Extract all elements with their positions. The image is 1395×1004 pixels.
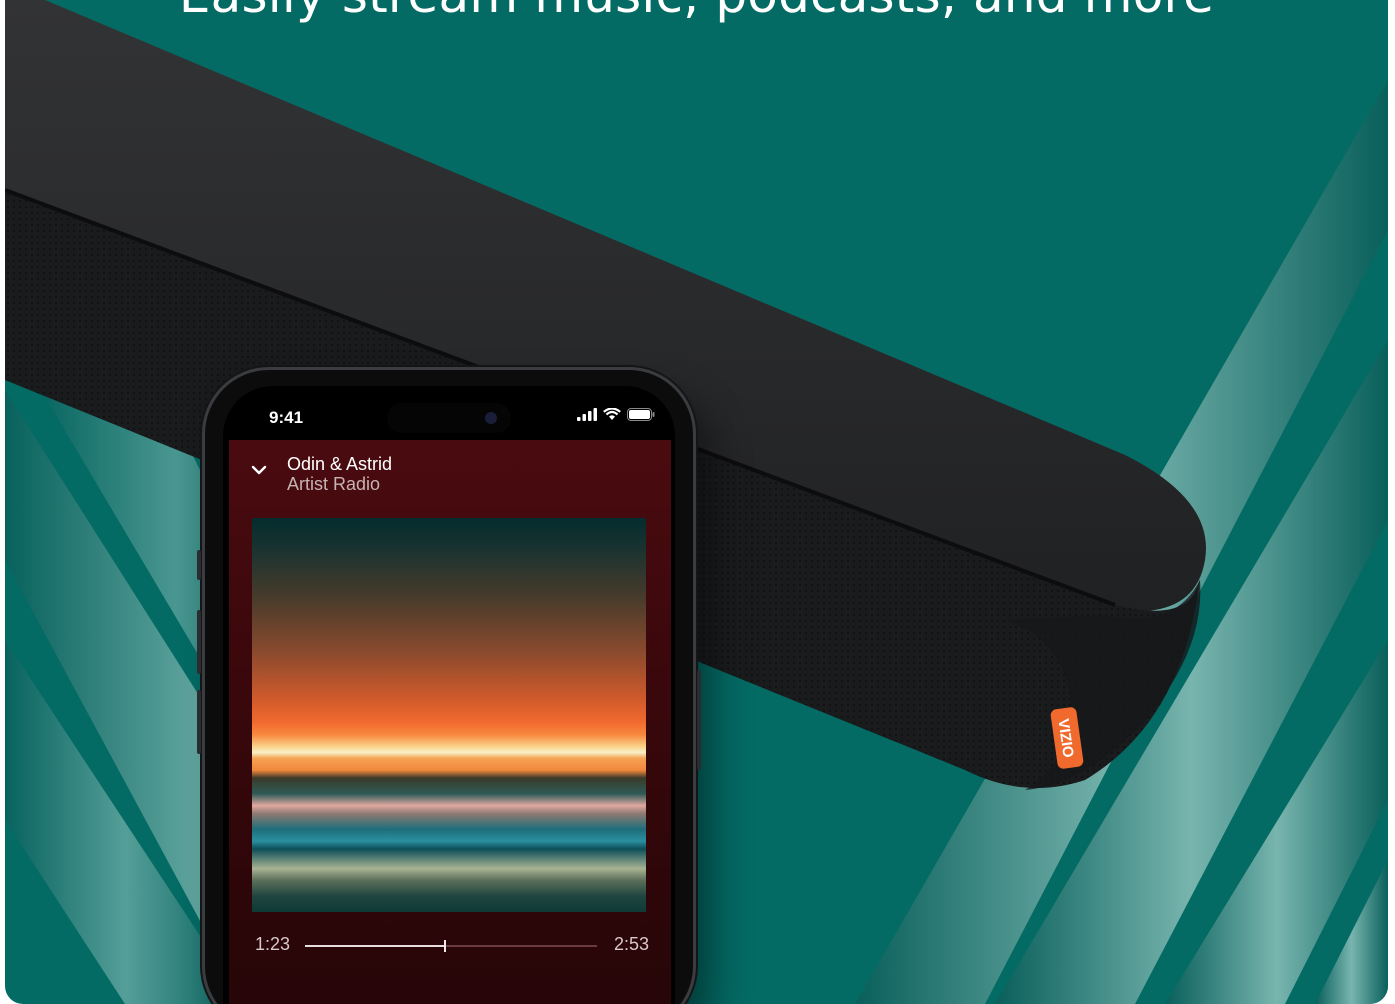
product-banner: VIZIO Easily stream music, podcasts, and… (5, 0, 1388, 1004)
cellular-signal-icon (577, 408, 597, 421)
duration-time: 2:53 (613, 934, 649, 954)
phone-volume-up-button (197, 610, 201, 674)
headline: Easily stream music, podcasts, and more (5, 0, 1388, 24)
progress-fill (305, 945, 446, 947)
progress-track[interactable] (305, 940, 597, 952)
phone: 9:41 Odin & Astrid Artist Radio 1:23 2:5… (197, 370, 701, 1004)
chevron-down-icon[interactable] (251, 462, 267, 478)
front-camera (485, 412, 497, 424)
status-icons (577, 408, 655, 421)
music-player: Odin & Astrid Artist Radio 1:23 2:53 (229, 440, 671, 1004)
phone-screen: 9:41 Odin & Astrid Artist Radio 1:23 2:5… (223, 386, 675, 1004)
elapsed-time: 1:23 (255, 934, 291, 954)
dynamic-island (387, 403, 511, 433)
playback-scrubber[interactable]: 1:23 2:53 (229, 934, 671, 958)
status-time: 9:41 (269, 408, 304, 427)
progress-handle[interactable] (444, 940, 447, 952)
track-subtitle[interactable]: Artist Radio (287, 474, 380, 495)
phone-power-button (697, 670, 701, 770)
phone-volume-down-button (197, 690, 201, 754)
battery-icon (627, 408, 655, 421)
phone-action-button (197, 550, 201, 580)
status-bar: 9:41 (223, 386, 675, 440)
track-title[interactable]: Odin & Astrid (287, 454, 392, 475)
album-art (252, 518, 646, 912)
wifi-icon (603, 408, 621, 420)
